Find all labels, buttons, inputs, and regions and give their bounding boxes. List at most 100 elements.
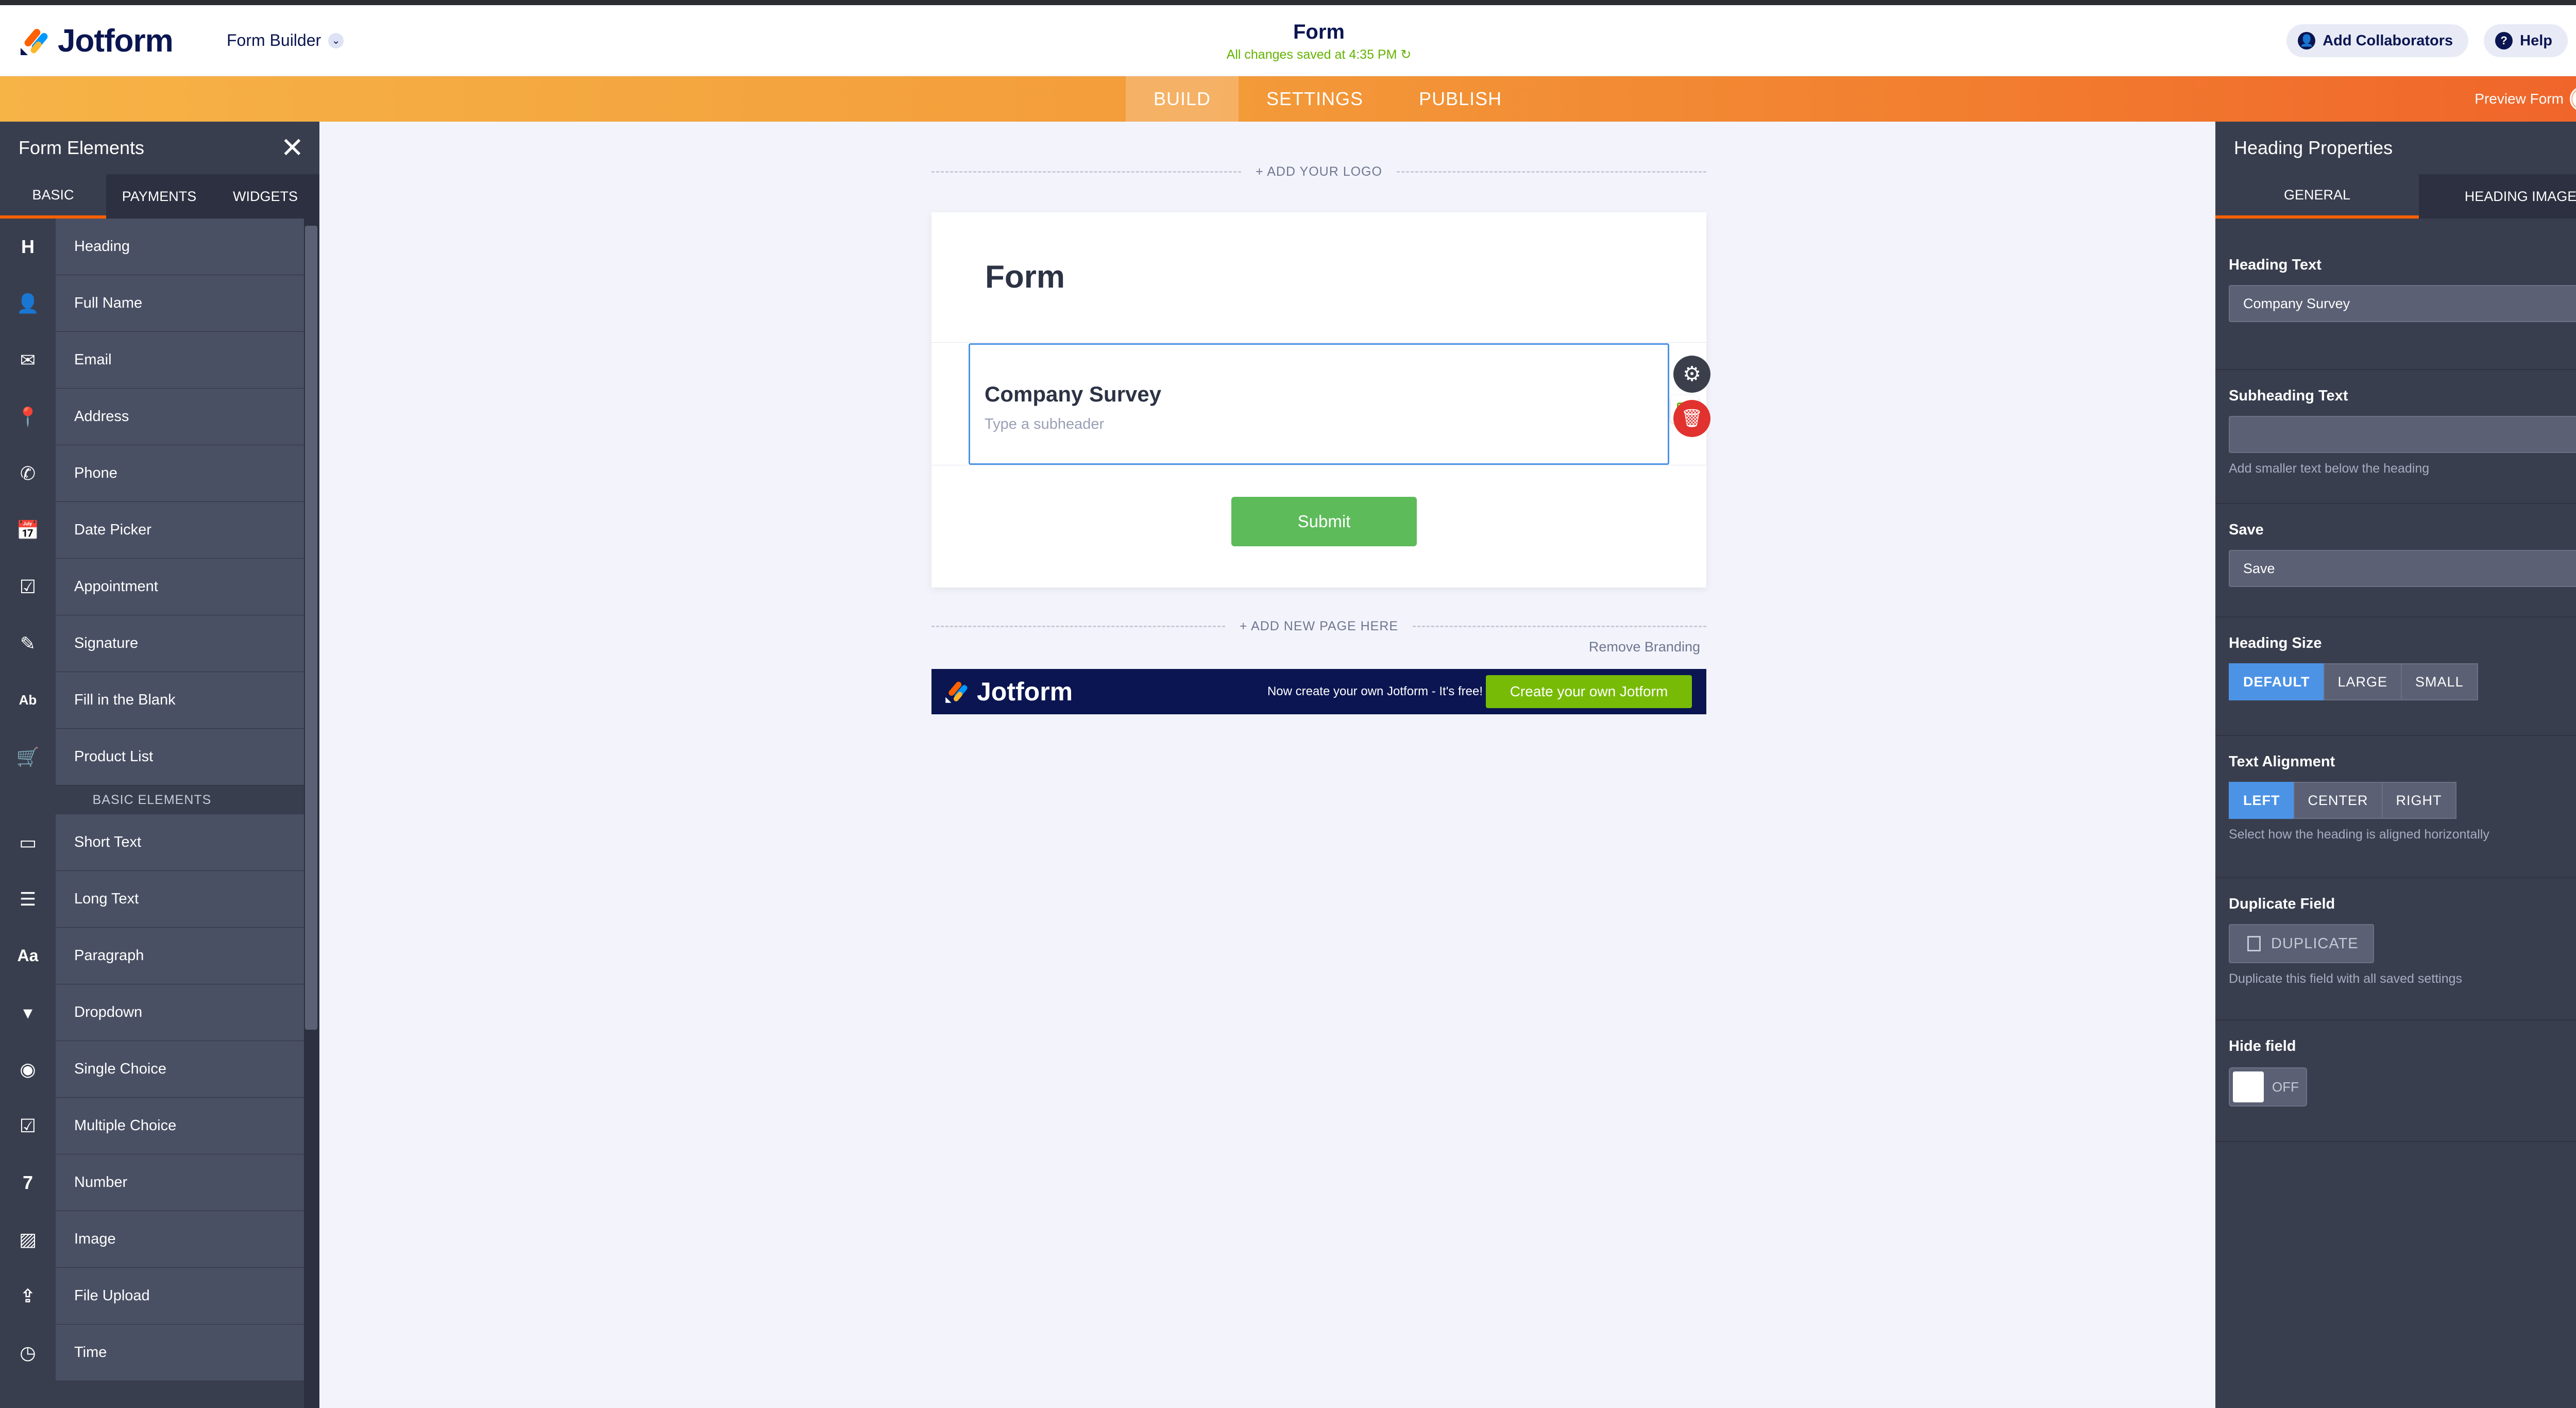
submit-button[interactable]: Submit [1231,497,1417,546]
location-pin-icon: 📍 [0,388,56,445]
form-title-area: Form All changes saved at 4:35 PM ↻ [1113,21,1525,62]
text-alignment-selector: LEFT CENTER RIGHT [2229,782,2576,819]
divider [931,625,1225,627]
element-label: Heading [74,238,130,255]
window-top-strip [0,0,2576,5]
properties-tabs: GENERAL HEADING IMAGE [2215,174,2576,219]
element-dropdown[interactable]: ▾ Dropdown [0,984,304,1041]
element-date-picker[interactable]: 📅 Date Picker [0,501,304,559]
heading-text-label: Heading Text [2229,257,2321,273]
tab-general[interactable]: GENERAL [2215,174,2419,219]
element-label: Appointment [74,578,158,595]
remove-branding-link[interactable]: Remove Branding [1561,639,1700,655]
preview-form-toggle[interactable] [2570,87,2576,111]
element-heading[interactable]: H Heading [0,218,304,275]
form-heading[interactable]: Form [985,259,1065,295]
delete-field-button[interactable]: 🗑 [1673,400,1710,437]
element-full-name[interactable]: 👤 Full Name [0,275,304,332]
element-label: Number [74,1174,128,1191]
element-fill-in-the-blank[interactable]: Ab Fill in the Blank [0,672,304,729]
add-logo-row[interactable]: + ADD YOUR LOGO [931,163,1707,180]
element-phone[interactable]: ✆ Phone [0,445,304,502]
tab-widgets[interactable]: WIDGETS [212,174,318,219]
tab-basic[interactable]: BASIC [0,174,106,219]
jotform-logo[interactable]: Jotform [19,23,174,59]
add-page-row[interactable]: + ADD NEW PAGE HERE [931,617,1706,635]
gear-icon: ⚙ [1683,363,1701,385]
element-paragraph[interactable]: Aa Paragraph [0,927,304,984]
align-left-button[interactable]: LEFT [2229,782,2295,819]
divider [931,171,1242,173]
element-time[interactable]: ◷ Time [0,1324,304,1381]
divider [1413,625,1706,627]
element-label: Address [74,408,129,425]
selected-heading-field[interactable]: Company Survey Type a subheader [969,343,1699,465]
element-short-text[interactable]: ▭ Short Text [0,814,304,871]
hide-field-toggle[interactable]: OFF [2229,1067,2307,1107]
align-right-button[interactable]: RIGHT [2381,782,2456,819]
form-elements-tabs: BASIC PAYMENTS WIDGETS [0,174,319,219]
toggle-knob [2572,89,2576,109]
element-appointment[interactable]: ☑ Appointment [0,558,304,615]
text-alignment-help-text: Select how the heading is aligned horizo… [2229,827,2489,842]
element-email[interactable]: ✉ Email [0,331,304,389]
element-long-text[interactable]: ☰ Long Text [0,870,304,928]
clock-icon: ◷ [0,1324,56,1381]
align-center-button[interactable]: CENTER [2293,782,2383,819]
save-input[interactable]: Save [2229,550,2576,587]
subheading-text-input[interactable] [2229,416,2576,453]
size-small-button[interactable]: SMALL [2401,663,2478,700]
element-product-list[interactable]: 🛒 Product List [0,728,304,785]
field-settings-button[interactable]: ⚙ [1673,356,1710,393]
tab-heading-image[interactable]: HEADING IMAGE [2419,174,2576,219]
form-elements-header: Form Elements ✕ [0,122,319,174]
form-builder-dropdown[interactable]: Form Builder ⌄ [227,31,344,50]
element-number[interactable]: 7 Number [0,1154,304,1211]
text-alignment-section: Text Alignment LEFT CENTER RIGHT Select … [2215,736,2576,878]
jotform-logo-icon [19,25,50,57]
element-label: Paragraph [74,947,144,964]
scrollbar-thumb[interactable] [305,226,317,1030]
jotform-logo-icon [945,681,968,703]
toggle-state-label: OFF [2272,1079,2299,1095]
element-address[interactable]: 📍 Address [0,388,304,445]
size-large-button[interactable]: LARGE [2323,663,2402,700]
close-icon[interactable]: ✕ [281,134,304,162]
form-title[interactable]: Form [1113,21,1525,44]
element-single-choice[interactable]: ◉ Single Choice [0,1041,304,1098]
heading-text-input[interactable]: Company Survey [2229,285,2576,322]
duplicate-button[interactable]: DUPLICATE [2229,924,2374,963]
phone-icon: ✆ [0,445,56,502]
properties-header: Heading Properties ✕ [2215,122,2576,174]
element-label: Fill in the Blank [74,692,176,708]
properties-title: Heading Properties [2234,137,2393,158]
element-label: Multiple Choice [74,1117,177,1134]
create-jotform-button[interactable]: Create your own Jotform [1486,675,1692,708]
app-header: Jotform Form Builder ⌄ Form All changes … [0,5,2576,76]
subheader-placeholder[interactable]: Type a subheader [985,416,1104,433]
refresh-icon: ↻ [1400,47,1412,62]
heading-properties-panel: Heading Properties ✕ GENERAL HEADING IMA… [2215,122,2576,1408]
image-icon: ▨ [0,1211,56,1268]
element-file-upload[interactable]: ⇪ File Upload [0,1267,304,1325]
heading-field-title[interactable]: Company Survey [985,382,1161,407]
tab-publish[interactable]: PUBLISH [1391,76,1530,122]
subheading-help-text: Add smaller text below the heading [2229,461,2430,476]
element-label: Full Name [74,295,143,311]
element-signature[interactable]: ✎ Signature [0,615,304,672]
element-label: Email [74,351,112,368]
tab-build[interactable]: BUILD [1126,76,1239,122]
help-button[interactable]: ? Help [2484,24,2568,57]
add-collaborators-button[interactable]: 👤 Add Collaborators [2286,24,2469,57]
heading-size-selector: DEFAULT LARGE SMALL [2229,663,2576,700]
person-icon: 👤 [0,275,56,332]
element-multiple-choice[interactable]: ☑ Multiple Choice [0,1097,304,1154]
element-label: Phone [74,465,117,481]
size-default-button[interactable]: DEFAULT [2229,663,2325,700]
tab-settings[interactable]: SETTINGS [1239,76,1391,122]
text-alignment-label: Text Alignment [2229,753,2335,770]
question-icon: ? [2495,32,2513,49]
preview-form-control: Preview Form [2475,87,2576,111]
tab-payments[interactable]: PAYMENTS [106,174,212,219]
element-image[interactable]: ▨ Image [0,1211,304,1268]
